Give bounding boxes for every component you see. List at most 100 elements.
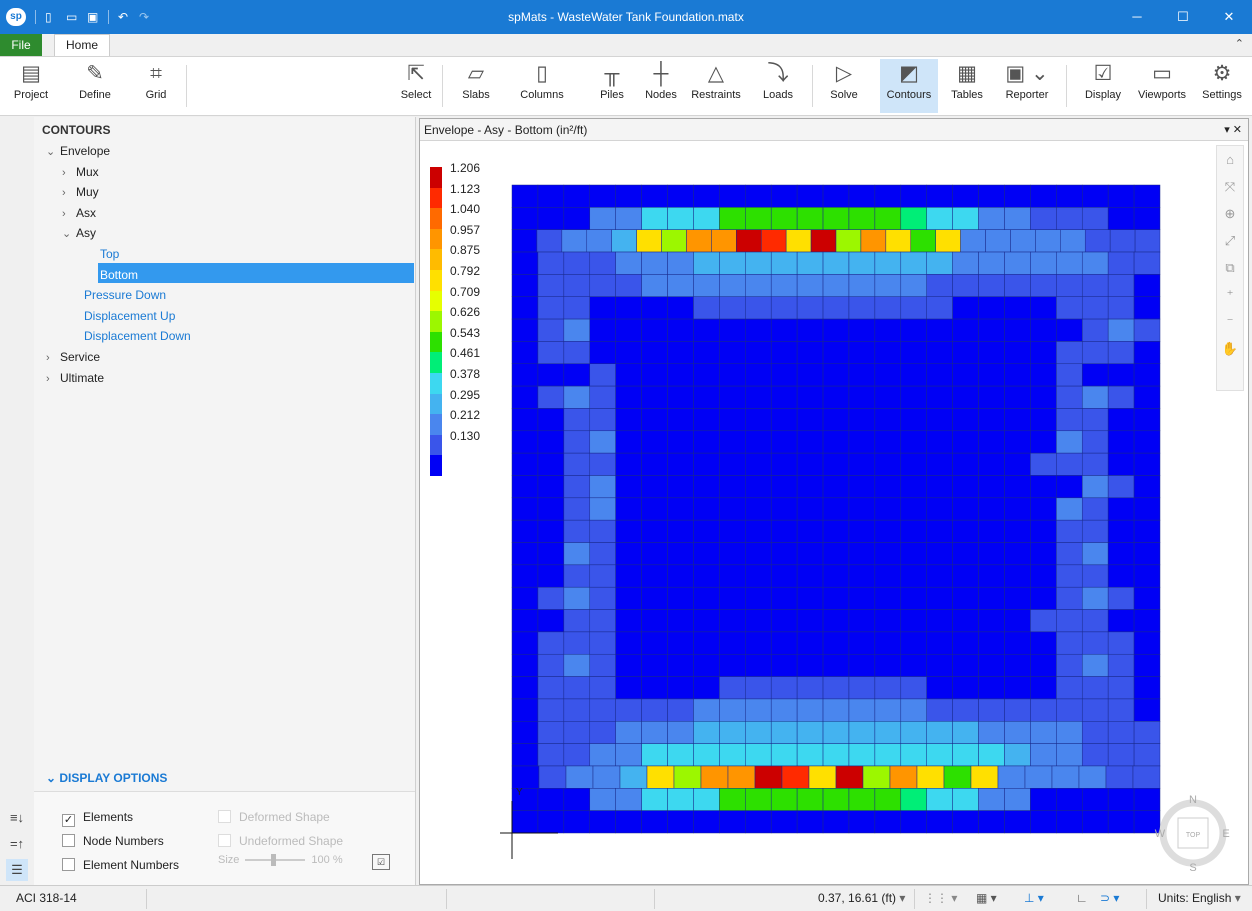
chevron-right-icon[interactable]: › (46, 348, 60, 368)
tree-item-top[interactable]: Top (100, 244, 119, 264)
display-options-header[interactable]: ⌄ DISPLAY OPTIONS (46, 771, 167, 785)
tab-home[interactable]: Home (54, 34, 110, 56)
view-window-controls[interactable]: ▾ ✕ (1224, 119, 1242, 141)
heatmap-cell (900, 609, 927, 633)
tree-item-mux[interactable]: › Mux (62, 162, 99, 182)
heatmap-cell (745, 698, 772, 722)
menu-icon[interactable]: ☰ (6, 859, 28, 881)
tree-item-displacement-up[interactable]: Displacement Up (84, 306, 175, 326)
heatmap-cell (719, 251, 746, 275)
heatmap-cell (667, 207, 694, 230)
contours-button[interactable]: ◩ Contours (880, 59, 938, 113)
collapse-all-icon[interactable]: =↑ (6, 833, 28, 855)
heatmap-cell (719, 497, 746, 521)
ortho-icon[interactable]: ∟ (1076, 891, 1088, 905)
heatmap-cell (693, 452, 720, 476)
heatmap-cell (822, 609, 850, 633)
columns-button[interactable]: ▯ Columns (514, 59, 570, 113)
heatmap-cell (952, 296, 979, 320)
display-button[interactable]: ☑ Display (1078, 59, 1128, 113)
chevron-down-icon[interactable]: ⌄ (46, 142, 60, 162)
project-button[interactable]: ▤ Project (10, 59, 52, 113)
heatmap-cell (1081, 363, 1109, 387)
home-icon[interactable]: ⌂ (1217, 146, 1243, 173)
tree-item-ultimate[interactable]: › Ultimate (46, 368, 104, 388)
define-button[interactable]: ✎ Define (74, 59, 116, 113)
tree-item-pressure-down[interactable]: Pressure Down (84, 285, 166, 305)
chevron-right-icon[interactable]: › (46, 369, 60, 389)
heatmap-cell (978, 385, 1005, 409)
undeformed-shape-checkbox[interactable]: Undeformed Shape (218, 832, 343, 850)
heatmap-cell (796, 184, 824, 208)
fit-icon[interactable]: ⤢ (1217, 227, 1243, 254)
chevron-right-icon[interactable]: › (62, 183, 76, 203)
piles-button[interactable]: ╥ Piles (590, 59, 634, 113)
heatmap-cell (1107, 653, 1135, 677)
wrap-icon[interactable]: ⊃ ▾ (1100, 891, 1119, 905)
heatmap-cell (537, 564, 565, 588)
options-list-icon[interactable]: ☑ (372, 854, 390, 870)
nodes-button[interactable]: ┼ Nodes (640, 59, 682, 113)
maximize-icon[interactable]: ☐ (1160, 0, 1206, 34)
units-selector[interactable]: Units: English ▾ (1158, 891, 1241, 905)
slabs-button[interactable]: ▱ Slabs (456, 59, 496, 113)
chevron-right-icon[interactable]: › (62, 163, 76, 183)
elements-label: Elements (83, 810, 134, 824)
heatmap-cell (926, 653, 953, 677)
tree-item-asy[interactable]: ⌄ Asy (62, 223, 96, 243)
reporter-button[interactable]: ▣ ⌄ Reporter (996, 59, 1058, 113)
tree-item-bottom[interactable]: Bottom (100, 265, 138, 285)
axis-y-label: Y (516, 787, 523, 798)
minimize-icon[interactable]: ─ (1114, 0, 1160, 34)
tree-item-muy[interactable]: › Muy (62, 182, 99, 202)
tree-item-displacement-down[interactable]: Displacement Down (84, 326, 191, 346)
heatmap-cell (537, 296, 565, 320)
slider-track[interactable] (245, 854, 306, 867)
heatmap-cell (848, 251, 876, 275)
axes-toggle-icon[interactable]: ⊥ ▾ (1024, 891, 1044, 905)
heatmap-cell (1081, 653, 1109, 677)
chevron-up-icon[interactable]: ⌃ (1235, 37, 1244, 50)
axes-icon[interactable]: ⤧ (1217, 173, 1243, 200)
heatmap-cell (641, 698, 668, 722)
contour-plot[interactable]: Y N S W E TOP (420, 141, 1248, 885)
tab-file[interactable]: File (0, 34, 42, 56)
slider-thumb[interactable] (271, 854, 277, 867)
settings-button[interactable]: ⚙ Settings (1198, 59, 1246, 113)
orbit-icon[interactable]: ⊕ (1217, 200, 1243, 227)
compass-widget[interactable]: N S W E TOP (1155, 794, 1230, 874)
zoom-out-icon[interactable]: ⁻ (1217, 308, 1243, 335)
grid-toggle-icon[interactable]: ▦ ▾ (976, 891, 997, 905)
heatmap-cell (952, 676, 979, 700)
solve-button[interactable]: ▷ Solve (820, 59, 868, 113)
tables-button[interactable]: ▦ Tables (944, 59, 990, 113)
select-button[interactable]: ⇱ Select (396, 59, 436, 113)
ribbon-separator (186, 65, 187, 107)
pan-icon[interactable]: ✋ (1217, 335, 1243, 362)
node-numbers-checkbox[interactable]: Node Numbers (62, 832, 164, 850)
zoom-in-icon[interactable]: ⁺ (1217, 281, 1243, 308)
elements-checkbox[interactable]: ✓ Elements (62, 808, 134, 827)
ribbon-separator (442, 65, 443, 107)
element-numbers-checkbox[interactable]: Element Numbers (62, 856, 179, 874)
heatmap-cell (848, 408, 876, 432)
expand-all-icon[interactable]: ≡↓ (6, 807, 28, 829)
viewports-button[interactable]: ▭ Viewports (1132, 59, 1192, 113)
heatmap-cell (619, 765, 648, 789)
grid-button[interactable]: ⌗ Grid (136, 59, 176, 113)
tree-item-envelope[interactable]: ⌄ Envelope (46, 141, 110, 161)
close-icon[interactable]: ✕ (1206, 0, 1252, 34)
snap-grid-icon[interactable]: ⋮⋮ ▾ (924, 891, 957, 905)
heatmap-cell (511, 609, 539, 633)
tree-item-service[interactable]: › Service (46, 347, 100, 367)
cursor-coordinates[interactable]: 0.37, 16.61 (ft) ▾ (818, 891, 905, 905)
deformed-shape-checkbox[interactable]: Deformed Shape (218, 808, 330, 826)
restraints-button[interactable]: △ Restraints (688, 59, 744, 113)
chevron-down-icon[interactable]: ⌄ (62, 224, 76, 244)
heatmap-cell (615, 207, 642, 230)
zoom-window-icon[interactable]: ⧉ (1217, 254, 1243, 281)
chevron-right-icon[interactable]: › (62, 204, 76, 224)
loads-button[interactable]: ⤵ Loads (756, 59, 800, 113)
tree-item-asx[interactable]: › Asx (62, 203, 96, 223)
size-slider[interactable]: Size 100 % (218, 854, 343, 867)
